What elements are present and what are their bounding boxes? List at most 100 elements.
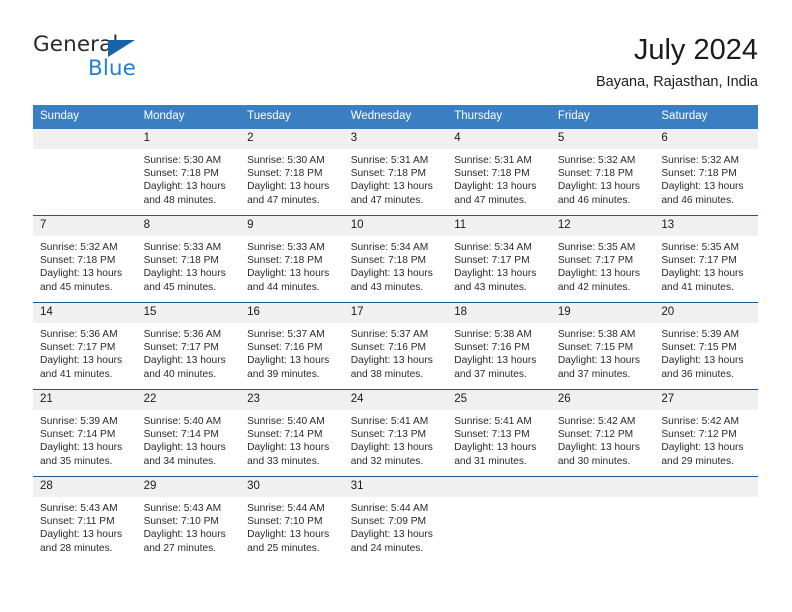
sunset-text: Sunset: 7:12 PM (557, 429, 634, 441)
sunrise-text: Sunrise: 5:38 AM (557, 329, 636, 340)
sunrise-text: Sunrise: 5:32 AM (40, 242, 118, 253)
sunrise-text: Sunrise: 5:32 AM (557, 155, 636, 166)
calendar-day-cell[interactable]: 27 Sunrise: 5:42 AM Sunset: 7:12 PM Dayligh… (654, 389, 758, 477)
daylight-text: Daylight: 13 hours and 45 minutes. (40, 268, 123, 293)
sunrise-text: Sunrise: 5:43 AM (143, 503, 222, 514)
calendar-day-cell[interactable]: 7 Sunrise: 5:32 AM Sunset: 7:18 PM Daylight… (33, 215, 137, 303)
calendar-day-cell[interactable]: 16 Sunrise: 5:37 AM Sunset: 7:16 PM Dayligh… (240, 302, 344, 390)
day-number: 5 (550, 129, 655, 149)
daylight-text: Daylight: 13 hours and 37 minutes. (454, 355, 537, 380)
calendar-day-cell[interactable]: 6 Sunrise: 5:32 AM Sunset: 7:18 PM Daylight… (654, 129, 758, 216)
calendar-day-cell[interactable]: 23 Sunrise: 5:40 AM Sunset: 7:14 PM Dayligh… (240, 389, 344, 477)
calendar-day-cell[interactable]: 12 Sunrise: 5:35 AM Sunset: 7:17 PM Dayligh… (550, 215, 655, 303)
daylight-text: Daylight: 13 hours and 29 minutes. (661, 442, 744, 467)
calendar-day-cell[interactable]: 1 Sunrise: 5:30 AM Sunset: 7:18 PM Daylight… (136, 129, 241, 216)
sunset-text: Sunset: 7:18 PM (350, 255, 427, 267)
calendar-day-cell[interactable]: 5 Sunrise: 5:32 AM Sunset: 7:18 PM Daylight… (550, 129, 655, 216)
brand-logo[interactable]: General Blue (33, 32, 233, 88)
day-number: 31 (343, 477, 448, 497)
day-details: Sunrise: 5:32 AM Sunset: 7:18 PM Daylight:… (551, 149, 655, 207)
calendar-day-cell[interactable]: 13 Sunrise: 5:35 AM Sunset: 7:17 PM Dayligh… (654, 215, 758, 303)
day-details (551, 497, 655, 502)
day-details: Sunrise: 5:41 AM Sunset: 7:13 PM Daylight:… (344, 410, 448, 468)
calendar-day-cell[interactable]: 9 Sunrise: 5:33 AM Sunset: 7:18 PM Daylight… (240, 215, 344, 303)
calendar-week-row: 28 Sunrise: 5:43 AM Sunset: 7:11 PM Dayligh… (33, 476, 758, 563)
day-number (447, 477, 551, 497)
sunset-text: Sunset: 7:13 PM (350, 429, 427, 441)
sunrise-text: Sunrise: 5:34 AM (350, 242, 429, 253)
page-title: July 2024 (633, 34, 758, 66)
daylight-text: Daylight: 13 hours and 47 minutes. (454, 181, 537, 206)
calendar-day-cell[interactable] (33, 129, 137, 216)
calendar-day-cell[interactable]: 22 Sunrise: 5:40 AM Sunset: 7:14 PM Dayligh… (136, 389, 241, 477)
day-number: 10 (343, 216, 448, 236)
day-details: Sunrise: 5:31 AM Sunset: 7:18 PM Daylight:… (447, 149, 551, 207)
day-number: 1 (136, 129, 241, 149)
sunrise-text: Sunrise: 5:33 AM (143, 242, 222, 253)
sunset-text: Sunset: 7:14 PM (143, 429, 219, 441)
sunrise-text: Sunrise: 5:34 AM (454, 242, 532, 253)
weekday-header-friday: Friday (550, 105, 655, 129)
day-details: Sunrise: 5:39 AM Sunset: 7:15 PM Daylight:… (654, 323, 758, 381)
calendar-day-cell[interactable]: 3 Sunrise: 5:31 AM Sunset: 7:18 PM Daylight… (343, 129, 448, 216)
sunset-text: Sunset: 7:15 PM (661, 342, 737, 354)
calendar-day-cell[interactable]: 8 Sunrise: 5:33 AM Sunset: 7:18 PM Daylight… (136, 215, 241, 303)
calendar-day-cell[interactable] (654, 476, 758, 563)
daylight-text: Daylight: 13 hours and 42 minutes. (557, 268, 640, 293)
sunset-text: Sunset: 7:14 PM (40, 429, 116, 441)
calendar-day-cell[interactable]: 21 Sunrise: 5:39 AM Sunset: 7:14 PM Dayligh… (33, 389, 137, 477)
day-number: 25 (447, 390, 551, 410)
day-details: Sunrise: 5:42 AM Sunset: 7:12 PM Daylight:… (654, 410, 758, 468)
sunrise-text: Sunrise: 5:39 AM (661, 329, 739, 340)
sunset-text: Sunset: 7:11 PM (40, 516, 115, 528)
sunrise-text: Sunrise: 5:30 AM (143, 155, 222, 166)
day-details: Sunrise: 5:44 AM Sunset: 7:10 PM Daylight:… (240, 497, 344, 555)
day-details: Sunrise: 5:40 AM Sunset: 7:14 PM Daylight:… (240, 410, 344, 468)
calendar-day-cell[interactable]: 19 Sunrise: 5:38 AM Sunset: 7:15 PM Dayligh… (550, 302, 655, 390)
day-number: 30 (240, 477, 344, 497)
day-number: 15 (136, 303, 241, 323)
calendar-day-cell[interactable]: 29 Sunrise: 5:43 AM Sunset: 7:10 PM Dayligh… (136, 476, 241, 563)
calendar-day-cell[interactable]: 4 Sunrise: 5:31 AM Sunset: 7:18 PM Daylight… (447, 129, 551, 216)
calendar-day-cell[interactable]: 25 Sunrise: 5:41 AM Sunset: 7:13 PM Dayligh… (447, 389, 551, 477)
calendar-day-cell[interactable]: 14 Sunrise: 5:36 AM Sunset: 7:17 PM Dayligh… (33, 302, 137, 390)
brand-name-general: General (33, 32, 119, 57)
calendar-day-cell[interactable]: 11 Sunrise: 5:34 AM Sunset: 7:17 PM Dayligh… (447, 215, 551, 303)
calendar-day-cell[interactable]: 10 Sunrise: 5:34 AM Sunset: 7:18 PM Dayligh… (343, 215, 448, 303)
day-number: 20 (654, 303, 758, 323)
daylight-text: Daylight: 13 hours and 41 minutes. (661, 268, 744, 293)
calendar-day-cell[interactable]: 31 Sunrise: 5:44 AM Sunset: 7:09 PM Dayligh… (343, 476, 448, 563)
day-number: 19 (550, 303, 655, 323)
sunset-text: Sunset: 7:18 PM (661, 168, 737, 180)
calendar-table: Sunday Monday Tuesday Wednesday Thursday… (33, 105, 758, 563)
calendar-day-cell[interactable] (550, 476, 655, 563)
daylight-text: Daylight: 13 hours and 43 minutes. (454, 268, 537, 293)
weekday-header-wednesday: Wednesday (343, 105, 448, 129)
calendar-day-cell[interactable]: 26 Sunrise: 5:42 AM Sunset: 7:12 PM Dayligh… (550, 389, 655, 477)
sunset-text: Sunset: 7:18 PM (143, 255, 219, 267)
calendar-day-cell[interactable]: 15 Sunrise: 5:36 AM Sunset: 7:17 PM Dayligh… (136, 302, 241, 390)
sunrise-text: Sunrise: 5:36 AM (143, 329, 222, 340)
sunrise-text: Sunrise: 5:40 AM (143, 416, 222, 427)
calendar-day-cell[interactable]: 17 Sunrise: 5:37 AM Sunset: 7:16 PM Dayligh… (343, 302, 448, 390)
calendar-day-cell[interactable]: 18 Sunrise: 5:38 AM Sunset: 7:16 PM Dayligh… (447, 302, 551, 390)
calendar-day-cell[interactable]: 30 Sunrise: 5:44 AM Sunset: 7:10 PM Dayligh… (240, 476, 344, 563)
sunrise-text: Sunrise: 5:33 AM (247, 242, 325, 253)
calendar-day-cell[interactable]: 24 Sunrise: 5:41 AM Sunset: 7:13 PM Dayligh… (343, 389, 448, 477)
day-details: Sunrise: 5:38 AM Sunset: 7:16 PM Daylight:… (447, 323, 551, 381)
daylight-text: Daylight: 13 hours and 30 minutes. (557, 442, 640, 467)
calendar-day-cell[interactable]: 20 Sunrise: 5:39 AM Sunset: 7:15 PM Dayligh… (654, 302, 758, 390)
sunset-text: Sunset: 7:17 PM (557, 255, 634, 267)
sunset-text: Sunset: 7:15 PM (557, 342, 634, 354)
calendar-day-cell[interactable] (447, 476, 551, 563)
daylight-text: Daylight: 13 hours and 44 minutes. (247, 268, 330, 293)
day-number: 17 (343, 303, 448, 323)
sunrise-text: Sunrise: 5:39 AM (40, 416, 118, 427)
calendar-day-cell[interactable]: 2 Sunrise: 5:30 AM Sunset: 7:18 PM Daylight… (240, 129, 344, 216)
sunset-text: Sunset: 7:17 PM (661, 255, 737, 267)
day-number: 4 (447, 129, 551, 149)
calendar-day-cell[interactable]: 28 Sunrise: 5:43 AM Sunset: 7:11 PM Dayligh… (33, 476, 137, 563)
sunset-text: Sunset: 7:18 PM (454, 168, 530, 180)
sunset-text: Sunset: 7:16 PM (454, 342, 530, 354)
calendar-page: General Blue July 2024 Bayana, Rajasthan… (0, 0, 792, 612)
